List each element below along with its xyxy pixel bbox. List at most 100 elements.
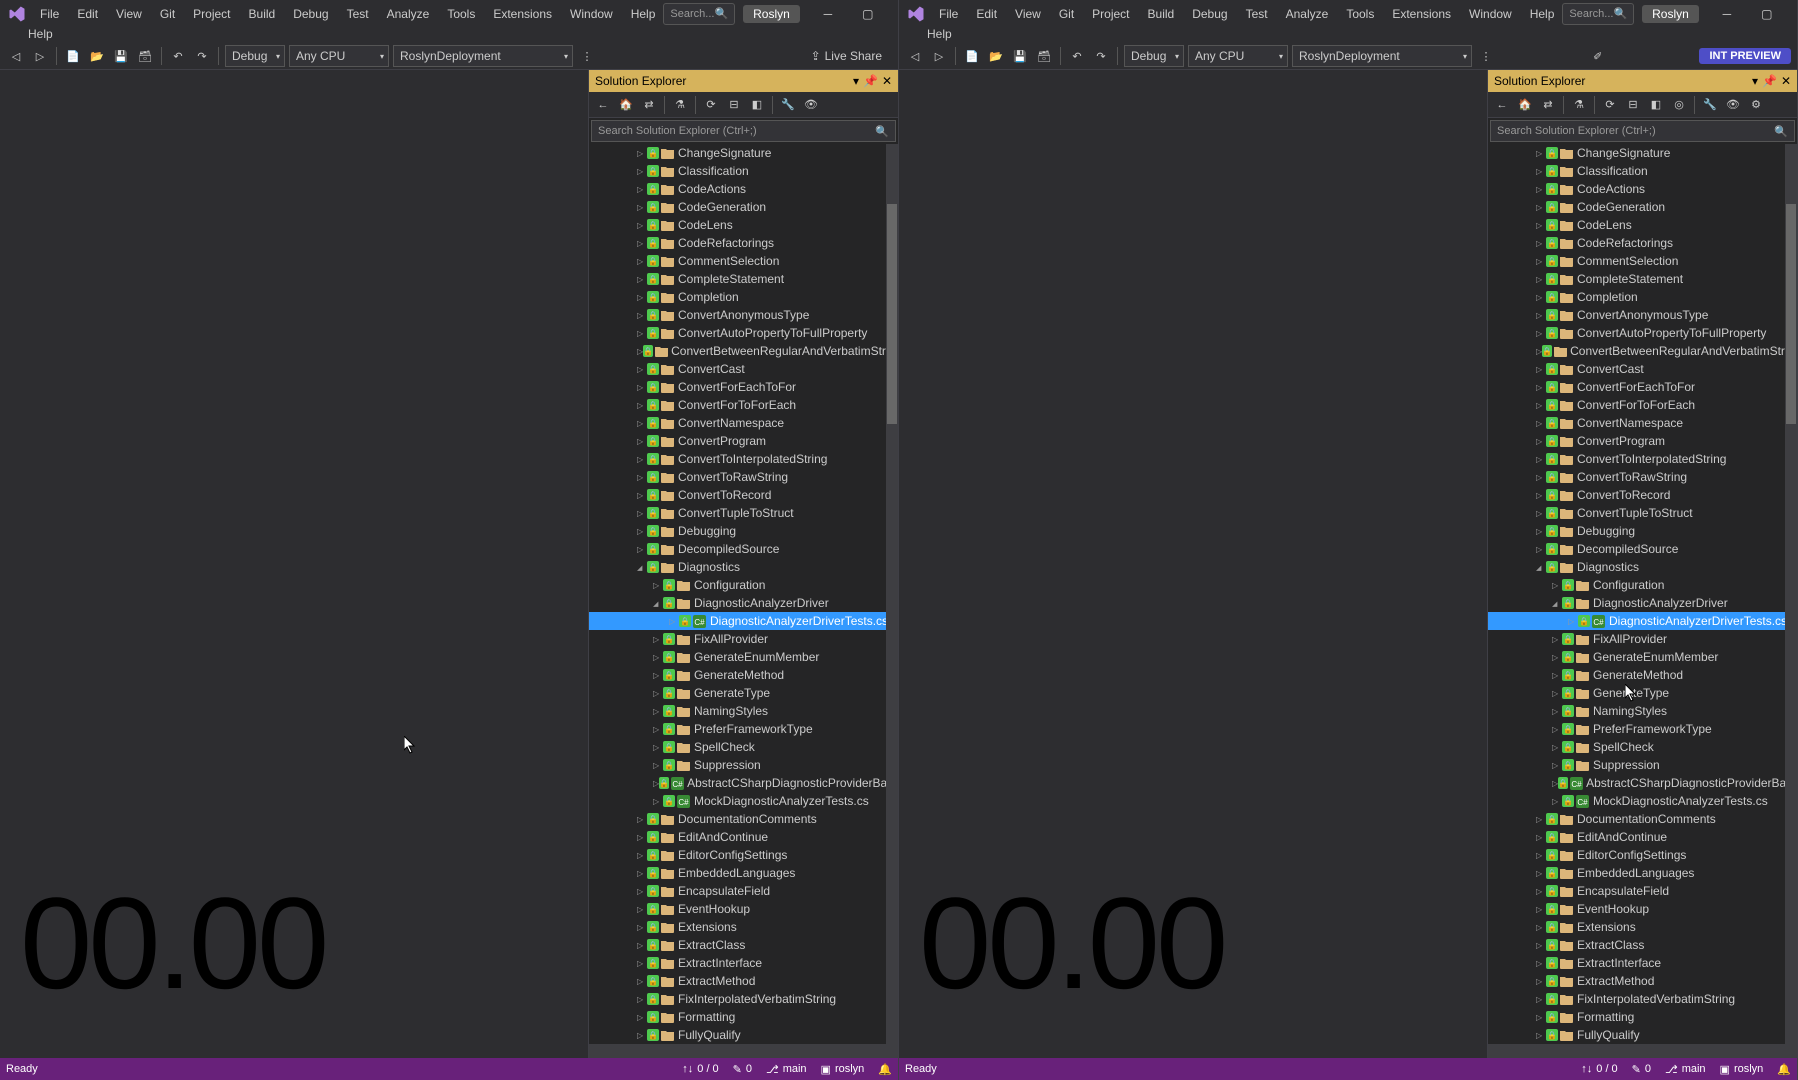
expand-icon[interactable] <box>653 598 663 608</box>
expand-icon[interactable] <box>637 256 647 266</box>
folder-item[interactable]: 🔒ExtractInterface <box>589 954 898 972</box>
folder-item[interactable]: 🔒Completion <box>1488 288 1797 306</box>
menu-project[interactable]: Project <box>1084 3 1137 25</box>
menu-extensions[interactable]: Extensions <box>485 3 560 25</box>
expand-icon[interactable] <box>1536 274 1546 284</box>
folder-item[interactable]: 🔒CodeRefactorings <box>589 234 898 252</box>
git-repo[interactable]: ▣ roslyn <box>1720 1063 1764 1076</box>
expand-icon[interactable] <box>637 274 647 284</box>
expand-icon[interactable] <box>637 832 647 842</box>
menu-project[interactable]: Project <box>185 3 238 25</box>
menu-debug[interactable]: Debug <box>1184 3 1235 25</box>
expand-icon[interactable] <box>1536 1030 1546 1040</box>
expand-icon[interactable] <box>637 850 647 860</box>
nav-fwd-icon[interactable]: ▷ <box>929 46 949 66</box>
new-icon[interactable]: 📄 <box>63 46 83 66</box>
folder-item[interactable]: 🔒DecompiledSource <box>1488 540 1797 558</box>
expand-icon[interactable] <box>653 706 663 716</box>
expand-icon[interactable] <box>1536 256 1546 266</box>
file-item[interactable]: 🔒C#MockDiagnosticAnalyzerTests.cs <box>1488 792 1797 810</box>
folder-item[interactable]: 🔒CompleteStatement <box>589 270 898 288</box>
folder-item[interactable]: 🔒Diagnostics <box>1488 558 1797 576</box>
folder-item[interactable]: 🔒Extensions <box>589 918 898 936</box>
expand-icon[interactable] <box>1536 562 1546 572</box>
save-icon[interactable]: 💾 <box>1010 46 1030 66</box>
solex-searchbox[interactable]: Search Solution Explorer (Ctrl+;) 🔍 <box>1490 120 1795 142</box>
git-updown[interactable]: ↑↓ 0 / 0 <box>1581 1063 1617 1075</box>
folder-item[interactable]: 🔒EditorConfigSettings <box>1488 846 1797 864</box>
sync-icon[interactable]: ⟳ <box>1600 95 1620 115</box>
expand-icon[interactable] <box>637 886 647 896</box>
folder-item[interactable]: 🔒ExtractInterface <box>1488 954 1797 972</box>
config-dropdown[interactable]: Debug <box>1124 45 1184 67</box>
folder-item[interactable]: 🔒GenerateEnumMember <box>1488 648 1797 666</box>
expand-icon[interactable] <box>653 796 663 806</box>
folder-item[interactable]: 🔒EditorConfigSettings <box>589 846 898 864</box>
menu-file[interactable]: File <box>32 3 67 25</box>
folder-item[interactable]: 🔒ConvertToRawString <box>589 468 898 486</box>
expand-icon[interactable] <box>1536 1012 1546 1022</box>
folder-item[interactable]: 🔒EventHookup <box>1488 900 1797 918</box>
filter-icon[interactable]: ⚗ <box>670 95 690 115</box>
folder-item[interactable]: 🔒Configuration <box>1488 576 1797 594</box>
expand-icon[interactable] <box>637 508 647 518</box>
expand-icon[interactable] <box>1536 238 1546 248</box>
expand-icon[interactable] <box>637 454 647 464</box>
expand-icon[interactable] <box>637 238 647 248</box>
menu-edit[interactable]: Edit <box>69 3 106 25</box>
expand-icon[interactable] <box>637 904 647 914</box>
folder-item[interactable]: 🔒ConvertAutoPropertyToFullProperty <box>1488 324 1797 342</box>
folder-item[interactable]: 🔒Extensions <box>1488 918 1797 936</box>
expand-icon[interactable] <box>1536 994 1546 1004</box>
nav-back-icon[interactable]: ◁ <box>6 46 26 66</box>
folder-item[interactable]: 🔒CompleteStatement <box>1488 270 1797 288</box>
menu-git[interactable]: Git <box>152 3 183 25</box>
menu-help[interactable]: Help <box>1522 3 1563 25</box>
minimize-button[interactable]: ─ <box>808 1 848 27</box>
expand-icon[interactable] <box>1536 904 1546 914</box>
menu-window[interactable]: Window <box>562 3 621 25</box>
dropdown-icon[interactable]: ▾ <box>853 74 859 88</box>
folder-item[interactable]: 🔒CommentSelection <box>589 252 898 270</box>
expand-icon[interactable] <box>1536 364 1546 374</box>
solution-title-pill[interactable]: Roslyn <box>743 5 800 23</box>
properties-icon[interactable]: 🔧 <box>778 95 798 115</box>
saveall-icon[interactable]: 🗃 <box>1034 46 1054 66</box>
minimize-button[interactable]: ─ <box>1707 1 1747 27</box>
expand-icon[interactable] <box>653 652 663 662</box>
filter-icon[interactable]: ⚗ <box>1569 95 1589 115</box>
file-item[interactable]: 🔒C#DiagnosticAnalyzerDriverTests.cs <box>1488 612 1797 630</box>
folder-item[interactable]: 🔒ConvertToRecord <box>589 486 898 504</box>
saveall-icon[interactable]: 🗃 <box>135 46 155 66</box>
expand-icon[interactable] <box>637 328 647 338</box>
solex-tree[interactable]: 🔒ChangeSignature🔒Classification🔒CodeActi… <box>589 144 898 1044</box>
overflow-icon[interactable]: ⋮ <box>1476 46 1496 66</box>
folder-item[interactable]: 🔒EditAndContinue <box>1488 828 1797 846</box>
expand-icon[interactable] <box>1536 382 1546 392</box>
folder-item[interactable]: 🔒Classification <box>1488 162 1797 180</box>
menu-test[interactable]: Test <box>1238 3 1276 25</box>
folder-item[interactable]: 🔒CodeActions <box>589 180 898 198</box>
folder-item[interactable]: 🔒ExtractMethod <box>589 972 898 990</box>
folder-item[interactable]: 🔒Configuration <box>589 576 898 594</box>
menu-view[interactable]: View <box>108 3 150 25</box>
git-branch[interactable]: ⎇ main <box>766 1063 807 1076</box>
notifications-icon[interactable]: 🔔 <box>1777 1063 1791 1076</box>
solex-tree[interactable]: 🔒ChangeSignature🔒Classification🔒CodeActi… <box>1488 144 1797 1044</box>
menu-extensions[interactable]: Extensions <box>1384 3 1459 25</box>
folder-item[interactable]: 🔒ChangeSignature <box>1488 144 1797 162</box>
expand-icon[interactable] <box>637 940 647 950</box>
menu-analyze[interactable]: Analyze <box>379 3 438 25</box>
showall-icon[interactable]: ◧ <box>747 95 767 115</box>
folder-item[interactable]: 🔒ConvertToInterpolatedString <box>1488 450 1797 468</box>
folder-item[interactable]: 🔒Debugging <box>1488 522 1797 540</box>
folder-item[interactable]: 🔒ConvertProgram <box>589 432 898 450</box>
platform-dropdown[interactable]: Any CPU <box>289 45 389 67</box>
folder-item[interactable]: 🔒ChangeSignature <box>589 144 898 162</box>
folder-item[interactable]: 🔒ConvertAutoPropertyToFullProperty <box>589 324 898 342</box>
folder-item[interactable]: 🔒ConvertCast <box>589 360 898 378</box>
expand-icon[interactable] <box>637 148 647 158</box>
close-panel-icon[interactable]: ✕ <box>1781 74 1791 88</box>
solex-titlebar[interactable]: Solution Explorer ▾ 📌 ✕ <box>1488 70 1797 92</box>
folder-item[interactable]: 🔒DiagnosticAnalyzerDriver <box>589 594 898 612</box>
